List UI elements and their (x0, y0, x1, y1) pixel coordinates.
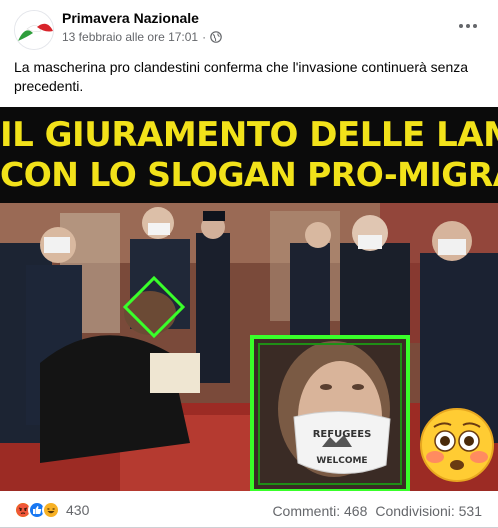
engagement-stats: Commenti: 468 Condivisioni: 531 (272, 503, 482, 519)
post-image[interactable]: IL GIURAMENTO DELLE LAMORGESE CON LO SLO… (0, 107, 498, 491)
headline-banner: IL GIURAMENTO DELLE LAMORGESE CON LO SLO… (0, 107, 498, 203)
reaction-summary[interactable]: 430 (14, 501, 89, 519)
post-meta: 13 febbraio alle ore 17:01 · (62, 30, 222, 44)
haha-icon (42, 501, 60, 519)
page-avatar[interactable] (14, 10, 54, 50)
post-footer: 430 Commenti: 468 Condivisioni: 531 (0, 491, 498, 528)
more-options-icon[interactable] (454, 14, 482, 38)
shares-count-link[interactable]: Condivisioni: 531 (375, 503, 482, 519)
meta-separator: · (202, 30, 207, 44)
globe-icon (210, 31, 222, 43)
closeup-inner-border (258, 343, 402, 485)
post-timestamp[interactable]: 13 febbraio alle ore 17:01 (62, 30, 198, 44)
post-caption: La mascherina pro clandestini conferma c… (14, 59, 469, 94)
flushed-face-icon (419, 407, 495, 483)
page-name-link[interactable]: Primavera Nazionale (62, 10, 199, 26)
reaction-count: 430 (66, 502, 90, 518)
headline-line-2: CON LO SLOGAN PRO-MIGRANTI!!! (0, 155, 498, 194)
headline-line-1: IL GIURAMENTO DELLE LAMORGESE (0, 115, 498, 155)
post-header: Primavera Nazionale 13 febbraio alle ore… (0, 0, 498, 52)
comments-count-link[interactable]: Commenti: 468 (272, 503, 367, 519)
mask-closeup: REFUGEES WELCOME (250, 335, 410, 491)
